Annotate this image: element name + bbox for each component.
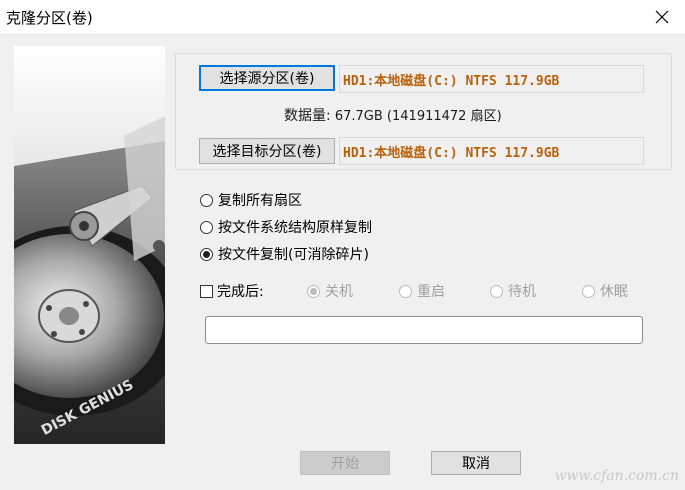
radio-button[interactable] [490, 284, 503, 298]
radio-button-selected[interactable] [200, 247, 213, 261]
after-complete-checkbox[interactable]: 完成后: [200, 281, 264, 301]
data-amount-value: 67.7GB (141911472 扇区) [334, 109, 502, 124]
start-button[interactable]: 开始 [300, 451, 390, 475]
radio-button[interactable] [200, 193, 213, 207]
radio-button-selected[interactable] [307, 284, 320, 298]
cancel-button[interactable]: 取消 [431, 451, 521, 475]
copy-mode-by-file[interactable]: 按文件复制(可消除碎片) [200, 244, 369, 264]
copy-mode-label: 复制所有扇区 [218, 193, 302, 209]
option-hibernate[interactable]: 休眠 [582, 281, 628, 301]
radio-dot-icon [203, 250, 210, 258]
title-bar: 克隆分区(卷) [0, 0, 685, 35]
data-amount-label: 数据量: [284, 108, 331, 124]
hard-disk-image: DISK GENIUS [14, 46, 165, 444]
radio-button[interactable] [200, 220, 213, 234]
target-partition-field: HD1:本地磁盘(C:) NTFS 117.9GB [339, 137, 644, 165]
copy-mode-all-sectors[interactable]: 复制所有扇区 [200, 190, 302, 210]
dialog-body: DISK GENIUS 选择源分区(卷) HD1:本地磁盘(C:) NTFS 1… [0, 35, 685, 490]
watermark: www.cfan.com.cn [554, 468, 679, 484]
radio-button[interactable] [399, 284, 412, 298]
close-icon [655, 10, 669, 24]
option-label: 休眠 [600, 284, 628, 300]
progress-bar [205, 316, 643, 344]
hard-disk-illustration: DISK GENIUS [14, 46, 165, 444]
option-restart[interactable]: 重启 [399, 281, 445, 301]
select-target-button[interactable]: 选择目标分区(卷) [199, 138, 335, 164]
option-shutdown[interactable]: 关机 [307, 281, 353, 301]
source-partition-field: HD1:本地磁盘(C:) NTFS 117.9GB [339, 65, 644, 93]
copy-mode-label: 按文件系统结构原样复制 [218, 220, 372, 236]
radio-button[interactable] [582, 284, 595, 298]
option-label: 重启 [417, 284, 445, 300]
data-amount: 数据量: 67.7GB (141911472 扇区) [284, 105, 502, 125]
copy-mode-fs-structure[interactable]: 按文件系统结构原样复制 [200, 217, 372, 237]
select-source-button[interactable]: 选择源分区(卷) [199, 65, 335, 91]
window-title: 克隆分区(卷) [6, 9, 93, 27]
close-button[interactable] [639, 0, 685, 34]
copy-mode-label: 按文件复制(可消除碎片) [218, 247, 369, 263]
checkbox[interactable] [200, 284, 213, 298]
after-complete-label: 完成后: [217, 284, 264, 300]
radio-dot-icon [310, 287, 317, 295]
option-standby[interactable]: 待机 [490, 281, 536, 301]
option-label: 待机 [508, 284, 536, 300]
option-label: 关机 [325, 284, 353, 300]
